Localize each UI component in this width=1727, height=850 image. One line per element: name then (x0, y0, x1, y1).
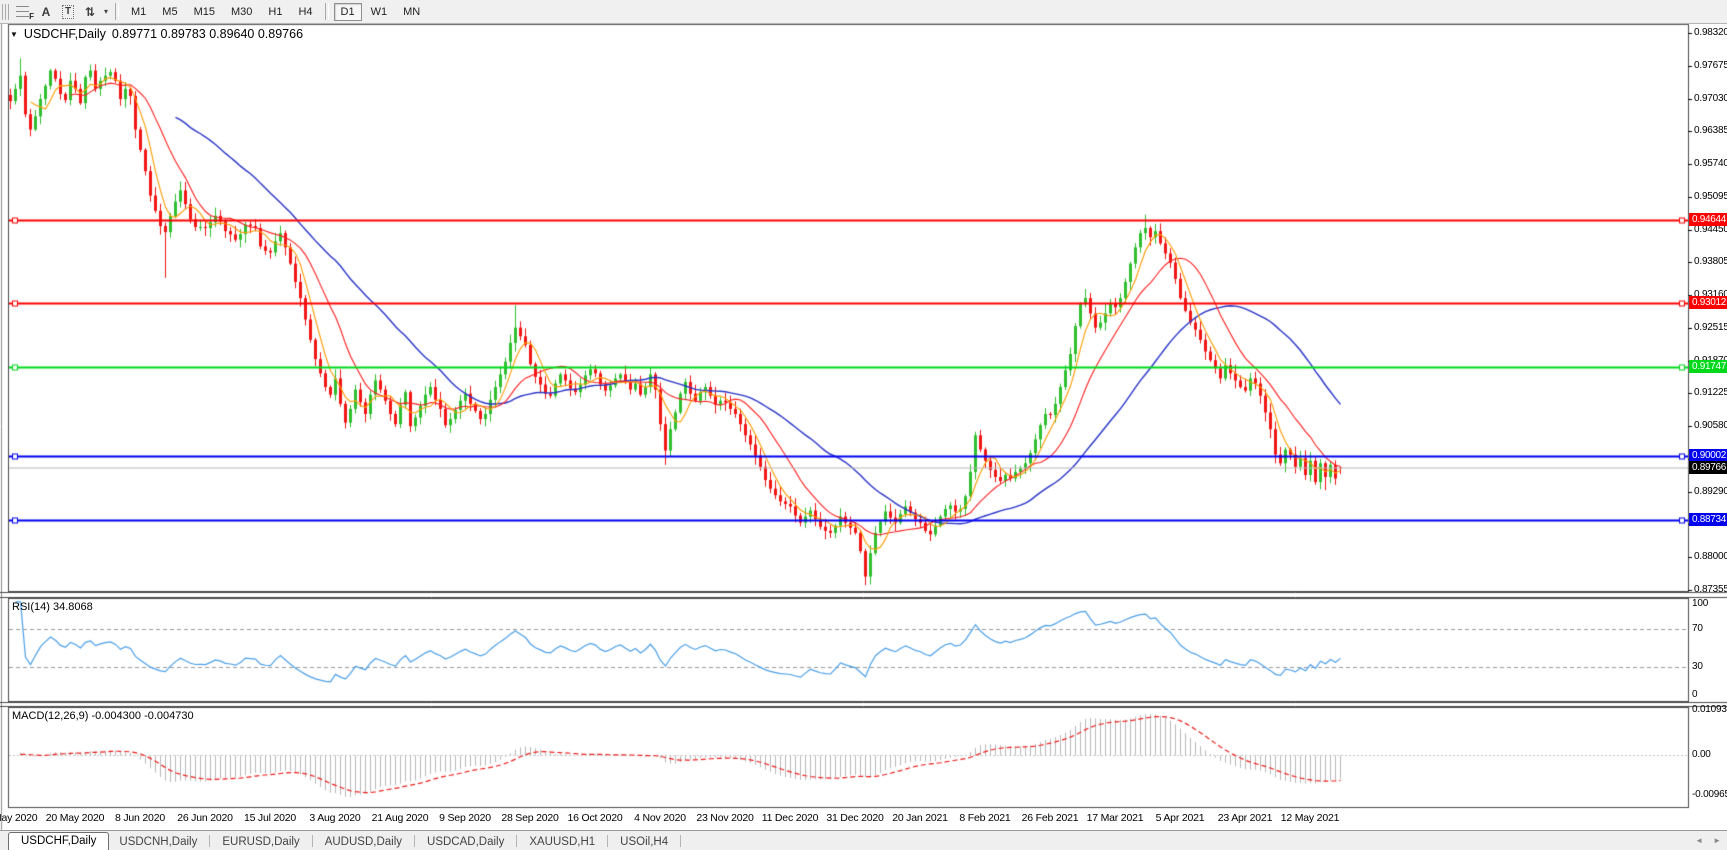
timeframe-button-w1[interactable]: W1 (364, 3, 395, 21)
date-axis[interactable] (8, 808, 1688, 830)
chart-tab-usdcad[interactable]: USDCAD,Daily (417, 834, 514, 850)
arrows-icon[interactable]: ⇅ (79, 3, 101, 21)
fibonacci-retracement-icon[interactable]: F (13, 3, 35, 21)
chart-tab-audusd[interactable]: AUDUSD,Daily (315, 834, 412, 850)
timeframe-button-mn[interactable]: MN (396, 3, 427, 21)
timeframes-group-daily: D1W1MN (333, 3, 429, 21)
arrows-dropdown-caret-icon[interactable]: ▾ (101, 3, 111, 21)
tab-separator (312, 835, 313, 847)
timeframe-button-m30[interactable]: M30 (224, 3, 259, 21)
tab-scroll-right-icon[interactable]: ► (1713, 836, 1721, 845)
toolbar-grip[interactable] (2, 4, 9, 20)
tab-separator (680, 835, 681, 847)
tab-separator (607, 835, 608, 847)
drawing-tools-group: FAT⇅▾ (13, 3, 111, 21)
tab-separator (209, 835, 210, 847)
chart-tab-xauusd[interactable]: XAUUSD,H1 (519, 834, 605, 850)
timeframe-button-d1[interactable]: D1 (334, 3, 362, 21)
toolbar-separator (115, 3, 119, 20)
top-toolbar: FAT⇅▾ M1M5M15M30H1H4 D1W1MN (0, 0, 1727, 24)
tab-separator (516, 835, 517, 847)
chart-tab-usdcnh[interactable]: USDCNH,Daily (109, 834, 207, 850)
timeframe-button-m15[interactable]: M15 (187, 3, 222, 21)
chart-title: ▼ USDCHF,Daily 0.89771 0.89783 0.89640 0… (10, 27, 303, 41)
timeframe-button-m5[interactable]: M5 (155, 3, 184, 21)
timeframes-group-minutes: M1M5M15M30H1H4 (123, 3, 321, 21)
chart-ohlc-quotes: 0.89771 0.89783 0.89640 0.89766 (112, 27, 303, 41)
text-label-icon[interactable]: T (57, 3, 79, 21)
tab-scroll-left-icon[interactable]: ◄ (1695, 836, 1703, 845)
chart-tab-usoil[interactable]: USOil,H4 (610, 834, 678, 850)
chart-dropdown-icon[interactable]: ▼ (10, 30, 18, 39)
timeframe-button-m1[interactable]: M1 (124, 3, 153, 21)
price-chart-canvas[interactable] (0, 0, 1727, 850)
macd-indicator-label: MACD(12,26,9) -0.004300 -0.004730 (12, 710, 194, 722)
chart-tab-eurusd[interactable]: EURUSD,Daily (212, 834, 309, 850)
rsi-indicator-label: RSI(14) 34.8068 (12, 601, 93, 613)
tab-scroll-buttons: ◄ ► (1695, 836, 1721, 845)
trading-terminal-window: FAT⇅▾ M1M5M15M30H1H4 D1W1MN ▼ USDCHF,Dai… (0, 0, 1727, 850)
timeframe-button-h1[interactable]: H1 (261, 3, 289, 21)
text-icon[interactable]: A (35, 3, 57, 21)
timeframe-button-h4[interactable]: H4 (291, 3, 319, 21)
chart-symbol-period: USDCHF,Daily (24, 27, 106, 41)
tab-separator (414, 835, 415, 847)
toolbar-separator (325, 3, 329, 20)
price-axis[interactable] (1688, 24, 1727, 808)
chart-tab-usdchf[interactable]: USDCHF,Daily (8, 832, 109, 850)
chart-tab-bar: USDCHF,DailyUSDCNH,Daily EURUSD,Daily AUDU… (0, 830, 1727, 850)
